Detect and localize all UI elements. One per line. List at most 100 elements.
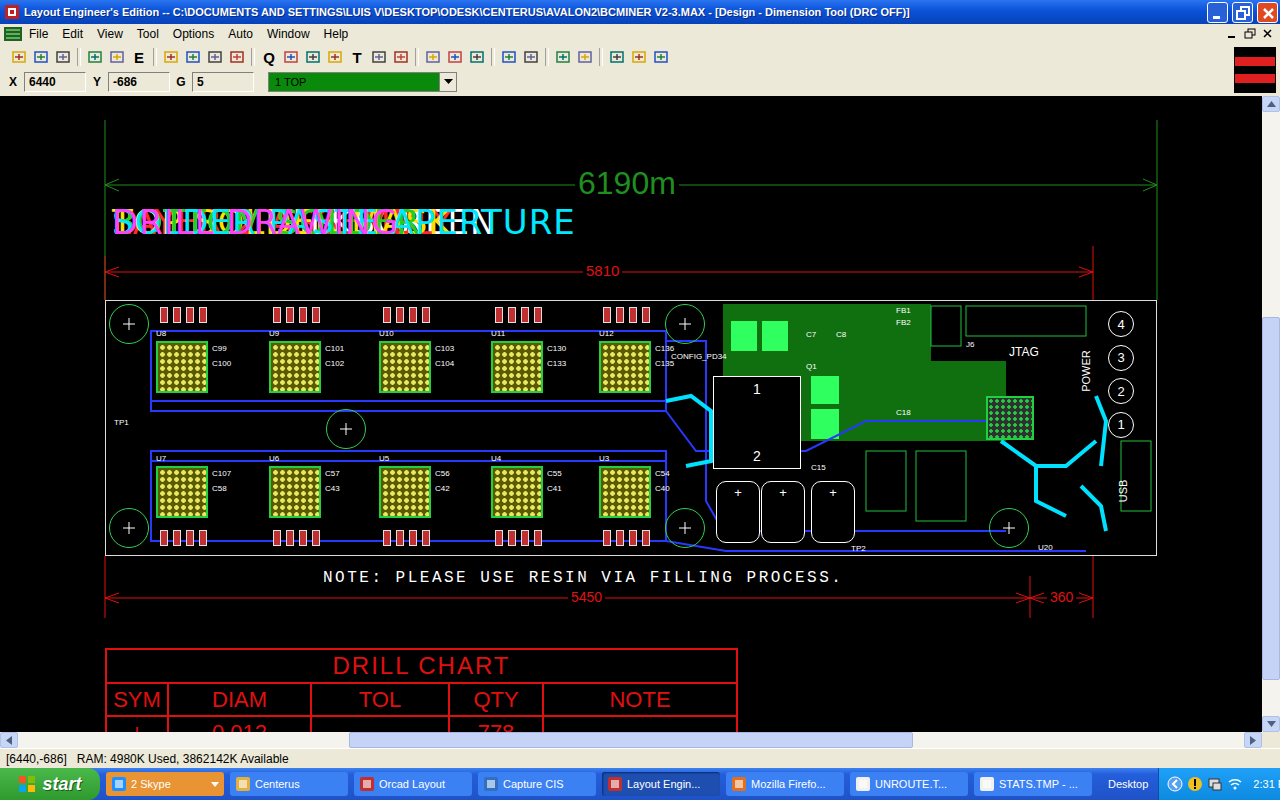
capacitor-footprint[interactable]: [273, 530, 281, 546]
capacitor-footprint[interactable]: [534, 530, 542, 546]
connector-pin[interactable]: 4: [1108, 311, 1134, 337]
capacitor-footprint[interactable]: [642, 307, 650, 323]
electrolytic-capacitor[interactable]: +: [716, 481, 760, 543]
jtag-chip[interactable]: [986, 396, 1034, 440]
maximize-button[interactable]: [1232, 2, 1253, 23]
capacitor-footprint[interactable]: [312, 530, 320, 546]
chip-footprint[interactable]: U10C103C104: [379, 341, 431, 393]
tool-button[interactable]: T: [346, 46, 368, 68]
capacitor-footprint[interactable]: [383, 530, 391, 546]
bga-chip[interactable]: [599, 466, 651, 518]
chip-footprint[interactable]: U12C136C135: [599, 341, 651, 393]
tool-button[interactable]: [280, 46, 302, 68]
menu-item[interactable]: Window: [260, 27, 317, 41]
mdi-restore-icon[interactable]: [1242, 27, 1258, 41]
capacitor-footprint[interactable]: [173, 307, 181, 323]
tool-button[interactable]: [606, 46, 628, 68]
taskbar-button[interactable]: Centerus: [230, 772, 348, 796]
bga-chip[interactable]: [379, 341, 431, 393]
capacitor-footprint[interactable]: [603, 307, 611, 323]
mdi-minimize-icon[interactable]: [1224, 27, 1240, 41]
capacitor-footprint[interactable]: [616, 530, 624, 546]
taskbar-button[interactable]: UNROUTE.T...: [850, 772, 968, 796]
wireless-icon[interactable]: [1227, 776, 1243, 792]
tool-button[interactable]: [302, 46, 324, 68]
taskbar-button[interactable]: Capture CIS: [478, 772, 596, 796]
taskbar-button[interactable]: Layout Engin...: [602, 772, 720, 796]
mounting-hole[interactable]: [665, 304, 705, 344]
tool-button[interactable]: [52, 46, 74, 68]
tool-button[interactable]: [106, 46, 128, 68]
tool-button[interactable]: [552, 46, 574, 68]
tool-button[interactable]: [390, 46, 412, 68]
chip-footprint[interactable]: U3C54C40: [599, 466, 651, 518]
chip-footprint[interactable]: U7C107C58: [156, 466, 208, 518]
chip-footprint[interactable]: U5C56C42: [379, 466, 431, 518]
capacitor-footprint[interactable]: [508, 530, 516, 546]
taskbar-button[interactable]: Mozilla Firefo...: [726, 772, 844, 796]
mdi-close-icon[interactable]: [1260, 27, 1276, 41]
scroll-up-button[interactable]: [1262, 96, 1280, 112]
tool-button[interactable]: [226, 46, 248, 68]
tool-button[interactable]: [422, 46, 444, 68]
bga-chip[interactable]: [156, 341, 208, 393]
taskbar-button[interactable]: STATS.TMP - ...: [974, 772, 1092, 796]
vertical-scrollbar[interactable]: [1262, 96, 1280, 732]
tool-button[interactable]: Q: [258, 46, 280, 68]
close-button[interactable]: [1257, 2, 1278, 23]
chip-footprint[interactable]: U11C130C133: [491, 341, 543, 393]
capacitor-footprint[interactable]: [422, 307, 430, 323]
tool-button[interactable]: [160, 46, 182, 68]
connector-pin[interactable]: 1: [1108, 412, 1134, 438]
menu-item[interactable]: Edit: [55, 27, 90, 41]
electrolytic-capacitor[interactable]: +: [761, 481, 805, 543]
horizontal-scrollbar[interactable]: [0, 732, 1280, 748]
tool-button[interactable]: [204, 46, 226, 68]
capacitor-footprint[interactable]: [199, 530, 207, 546]
x-field[interactable]: 6440: [24, 72, 86, 92]
capacitor-footprint[interactable]: [273, 307, 281, 323]
scroll-down-button[interactable]: [1262, 716, 1280, 732]
tool-button[interactable]: [8, 46, 30, 68]
capacitor-footprint[interactable]: [186, 307, 194, 323]
bga-chip[interactable]: [156, 466, 208, 518]
tool-button[interactable]: [30, 46, 52, 68]
capacitor-footprint[interactable]: [495, 530, 503, 546]
capacitor-footprint[interactable]: [312, 307, 320, 323]
layer-dropdown[interactable]: 1 TOP: [268, 72, 457, 92]
capacitor-footprint[interactable]: [186, 530, 194, 546]
tool-button[interactable]: [368, 46, 390, 68]
electrolytic-capacitor[interactable]: +: [811, 481, 855, 543]
scroll-thumb[interactable]: [1262, 317, 1280, 679]
menu-item[interactable]: View: [90, 27, 130, 41]
design-canvas[interactable]: 6190mBOTTOM SILKSCREENLAYER 2 ASSEMBLYTO…: [0, 96, 1262, 732]
capacitor-footprint[interactable]: [616, 307, 624, 323]
menu-item[interactable]: Options: [166, 27, 221, 41]
capacitor-footprint[interactable]: [409, 307, 417, 323]
menu-item[interactable]: File: [22, 27, 55, 41]
mounting-hole[interactable]: [326, 409, 366, 449]
tool-button[interactable]: E: [128, 46, 150, 68]
chip-footprint[interactable]: U9C101C102: [269, 341, 321, 393]
taskbar-button[interactable]: 2 Skype: [106, 772, 224, 796]
tool-button[interactable]: [84, 46, 106, 68]
mounting-hole[interactable]: [109, 508, 149, 548]
capacitor-footprint[interactable]: [299, 307, 307, 323]
menu-item[interactable]: Tool: [130, 27, 166, 41]
bga-chip[interactable]: [491, 466, 543, 518]
dropdown-button[interactable]: [439, 73, 456, 91]
capacitor-footprint[interactable]: [396, 307, 404, 323]
mounting-hole[interactable]: [109, 304, 149, 344]
bga-chip[interactable]: [599, 341, 651, 393]
tool-button[interactable]: [520, 46, 542, 68]
tool-button[interactable]: [444, 46, 466, 68]
tool-button[interactable]: [574, 46, 596, 68]
power-component[interactable]: 12: [713, 376, 801, 469]
scroll-right-button[interactable]: [1244, 732, 1262, 748]
capacitor-footprint[interactable]: [603, 530, 611, 546]
capacitor-footprint[interactable]: [629, 530, 637, 546]
capacitor-footprint[interactable]: [521, 307, 529, 323]
capacitor-footprint[interactable]: [383, 307, 391, 323]
clock[interactable]: 2:31 PM: [1253, 778, 1280, 790]
desktop-toolbar[interactable]: Desktop: [1104, 778, 1152, 790]
